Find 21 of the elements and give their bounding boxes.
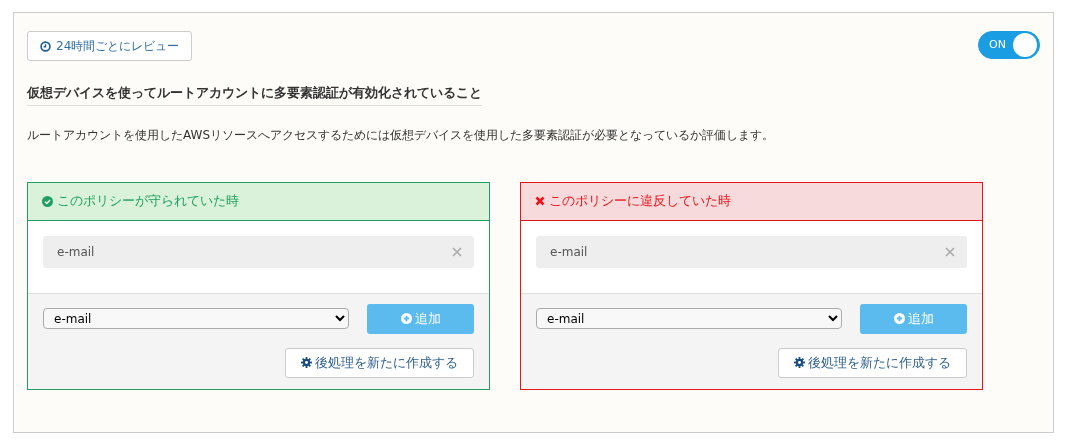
create-action-button[interactable]: 後処理を新たに作成する [778, 347, 967, 378]
close-icon[interactable] [452, 246, 462, 257]
gear-icon [301, 357, 312, 368]
action-select[interactable]: e-mail [43, 308, 349, 329]
plus-circle-icon [893, 313, 905, 324]
check-circle-icon [42, 195, 53, 207]
tag-label: e-mail [57, 243, 95, 261]
tag-label: e-mail [550, 243, 588, 261]
toggle-label: ON [989, 36, 1006, 53]
plus-circle-icon [400, 313, 412, 324]
policy-title: 仮想デバイスを使ってルートアカウントに多要素認証が有効化されていること [27, 83, 482, 106]
panel-header-text: このポリシーが守られていた時 [57, 191, 239, 210]
cross-icon [535, 196, 545, 206]
panel-header-text: このポリシーに違反していた時 [549, 191, 731, 210]
gear-icon [794, 357, 805, 368]
clock-icon [40, 40, 51, 52]
close-icon[interactable] [945, 246, 955, 257]
policy-description: ルートアカウントを使用したAWSリソースへアクセスするためには仮想デバイスを使用した多要素認証が必要となっているか評価します。 [27, 126, 776, 144]
create-action-button[interactable]: 後処理を新たに作成する [285, 347, 474, 378]
action-select[interactable]: e-mail [536, 308, 842, 329]
review-button[interactable]: 24時間ごとにレビュー [27, 31, 193, 61]
